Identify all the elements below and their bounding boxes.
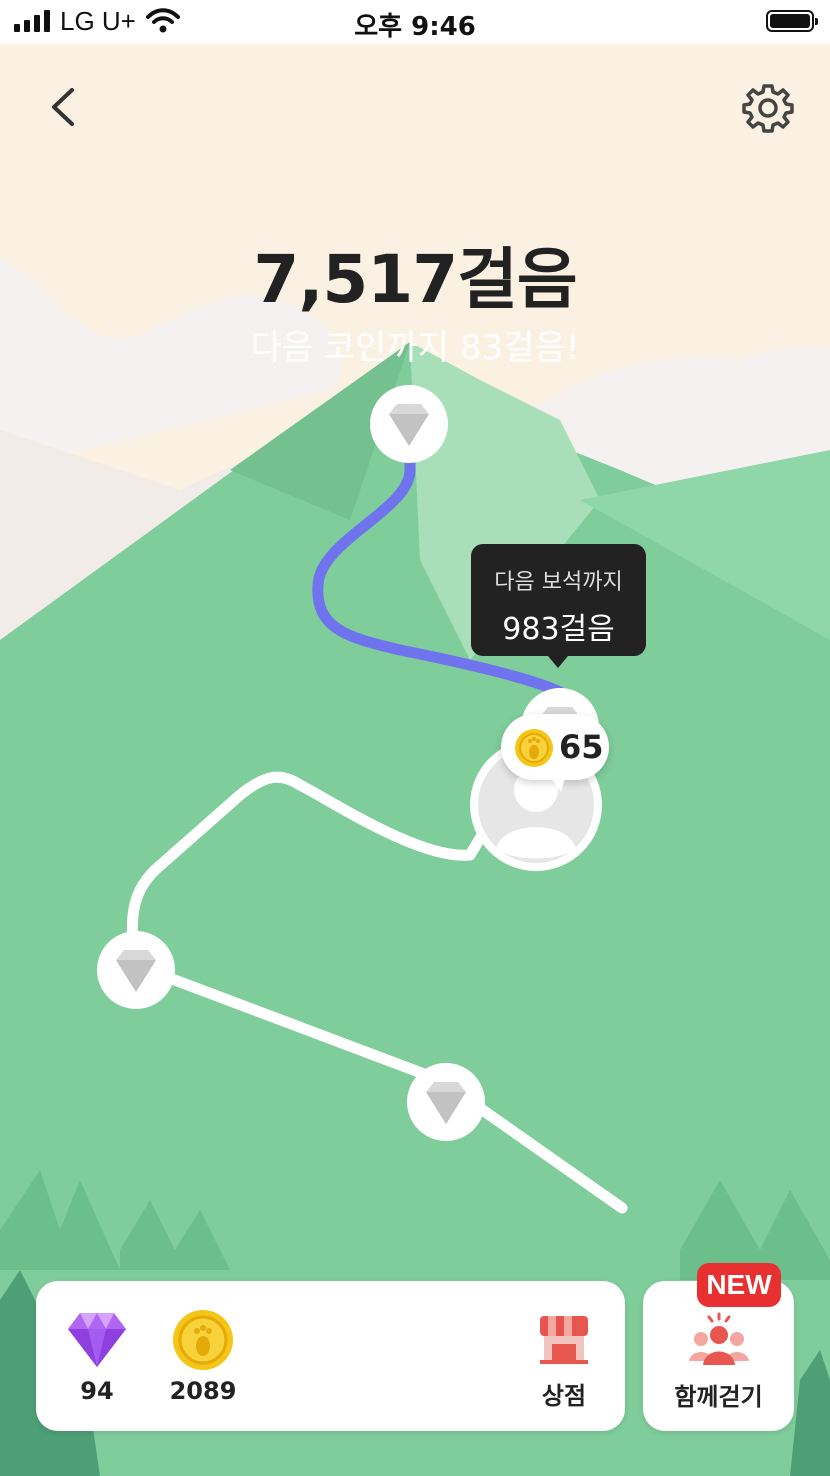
group-icon (689, 1312, 749, 1365)
next-coin-message: 다음 코인까지 83걸음! (250, 328, 580, 368)
battery-icon (766, 10, 818, 32)
tooltip-line1: 다음 보석까지 (494, 570, 623, 595)
chevron-left-icon (52, 88, 74, 126)
clock: 오후 9:46 (354, 12, 476, 42)
walk-together-label: 함께걷기 (674, 1383, 763, 1411)
back-button[interactable] (40, 80, 90, 134)
avatar-coin-value: 65 (559, 728, 604, 766)
mountain-scene (0, 0, 830, 1476)
settings-button[interactable] (742, 82, 794, 134)
shop-label: 상점 (541, 1382, 587, 1410)
gem-node-bottom (407, 1063, 485, 1141)
shop-icon (540, 1316, 588, 1364)
new-badge: NEW (697, 1263, 781, 1307)
status-bar: LG U+ 오후 9:46 (0, 0, 830, 44)
gem-node-left (97, 931, 175, 1009)
next-gem-tooltip: 다음 보석까지 983걸음 (471, 544, 646, 668)
gem-icon (68, 1313, 126, 1367)
tooltip-line2: 983걸음 (502, 612, 615, 647)
coin-icon (515, 729, 553, 767)
gem-node-summit (370, 385, 448, 463)
step-count: 7,517걸음 (253, 241, 577, 318)
gem-count: 94 (80, 1377, 114, 1405)
gear-icon (742, 84, 794, 133)
coin-icon (173, 1310, 233, 1370)
coin-count: 2089 (169, 1377, 237, 1405)
shop-button[interactable]: 상점 (520, 1300, 608, 1410)
